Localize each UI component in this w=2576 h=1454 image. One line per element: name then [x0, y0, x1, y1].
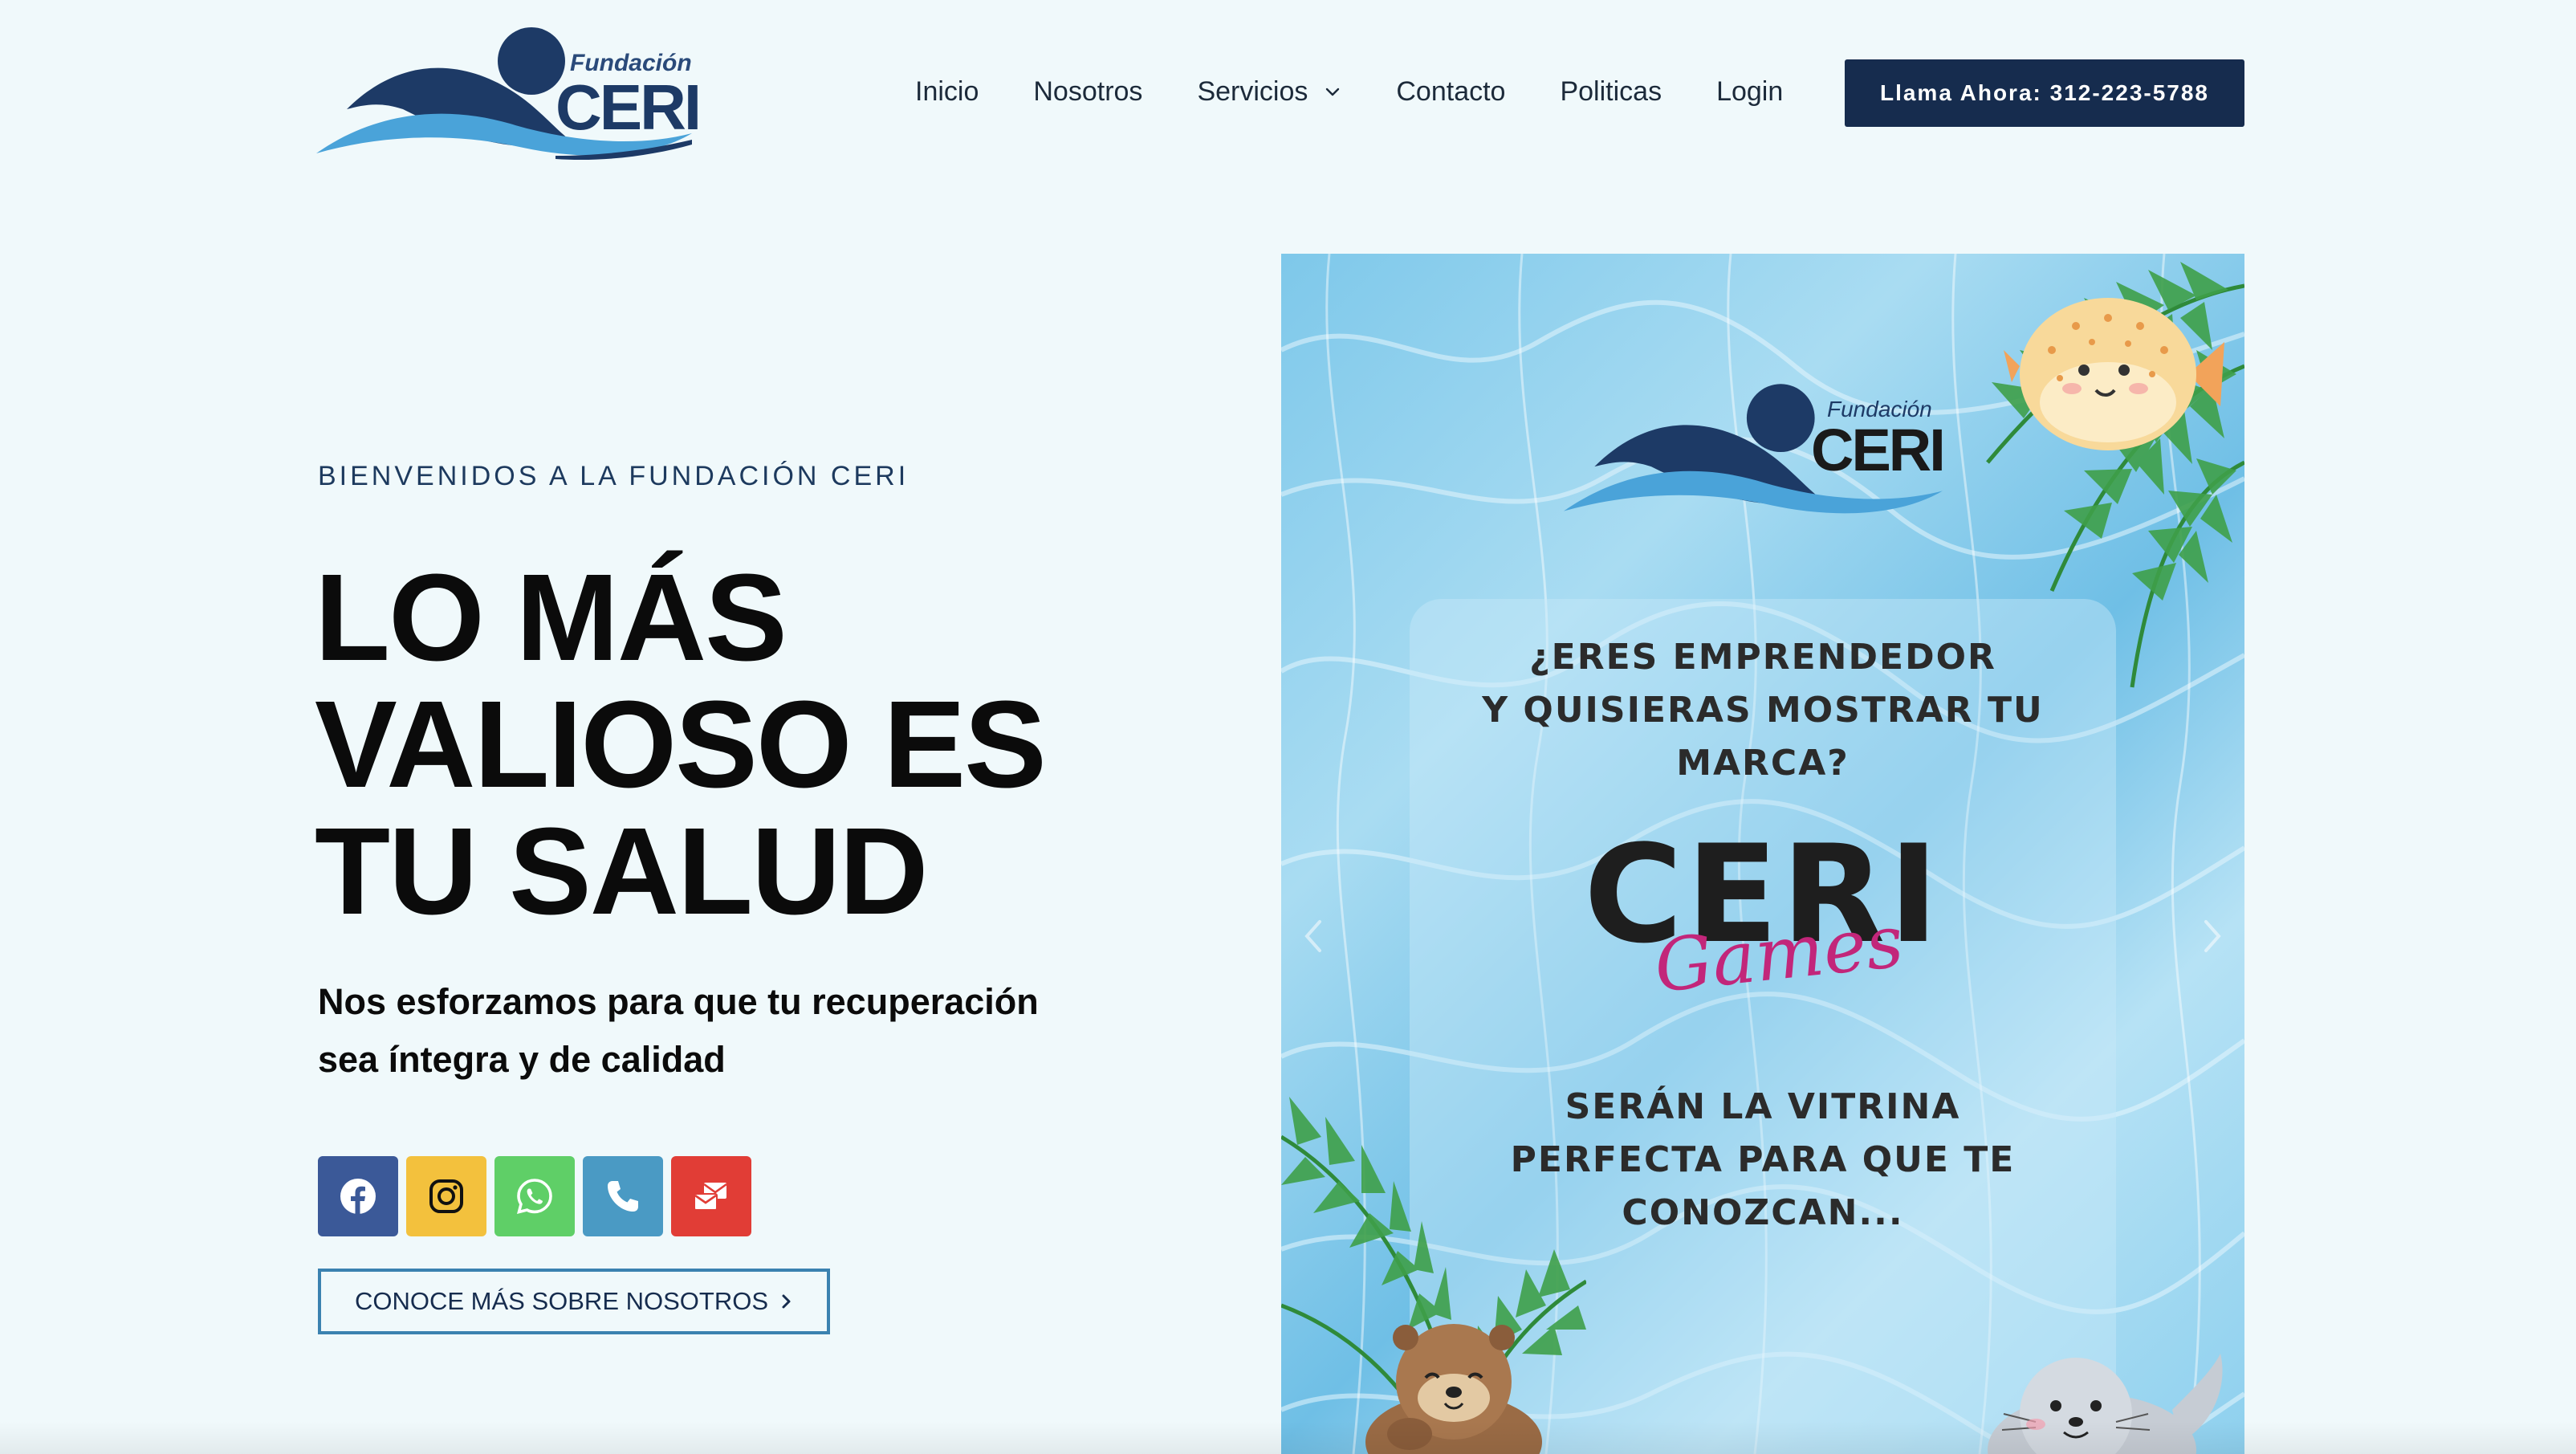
nav-item-inicio[interactable]: Inicio: [915, 76, 979, 108]
nav-item-label: Nosotros: [1033, 75, 1143, 107]
nav-item-label: Inicio: [915, 75, 979, 107]
nav-item-label: Politicas: [1560, 75, 1662, 107]
slider-prev-arrow-icon[interactable]: [1297, 912, 1329, 960]
instagram-icon: [429, 1179, 463, 1213]
site-logo[interactable]: Fundación CERI: [315, 21, 702, 165]
promo-slider[interactable]: Fundación CERI ¿ERES EMPRENDEDOR Y QUISI…: [1281, 254, 2244, 1454]
facebook-button[interactable]: [318, 1156, 398, 1236]
seal-decoration: [1988, 1354, 2223, 1454]
nav-item-label: Login: [1716, 75, 1784, 107]
slider-logo-big-text: CERI: [1811, 417, 1946, 483]
nav-item-login[interactable]: Login: [1716, 76, 1783, 108]
learn-more-button[interactable]: CONOCE MÁS SOBRE NOSOTROS: [318, 1269, 830, 1334]
phone-button[interactable]: [583, 1156, 663, 1236]
slider-logo: Fundación CERI: [1562, 374, 1947, 527]
email-button[interactable]: [671, 1156, 751, 1236]
chevron-right-icon: [782, 1294, 791, 1309]
otter-decoration: [1365, 1324, 1542, 1454]
phone-icon: [608, 1181, 638, 1212]
facebook-icon: [340, 1179, 376, 1214]
pufferfish-decoration: [2004, 298, 2224, 450]
whatsapp-button[interactable]: [494, 1156, 575, 1236]
hero-title: LO MÁS VALIOSO ES TU SALUD: [315, 548, 1047, 940]
whatsapp-icon: [517, 1179, 552, 1214]
nav-item-nosotros[interactable]: Nosotros: [1033, 76, 1142, 108]
logo-big-text: CERI: [555, 71, 702, 143]
call-now-button[interactable]: Llama Ahora: 312-223-5788: [1845, 59, 2244, 127]
email-icon: [694, 1183, 727, 1211]
nav-item-politicas[interactable]: Politicas: [1560, 76, 1662, 108]
slider-next-arrow-icon[interactable]: [2196, 912, 2228, 960]
nav-item-label: Contacto: [1396, 75, 1506, 107]
site-header: Fundación CERI Inicio Nosotros Servicios…: [0, 0, 2576, 193]
learn-more-label: CONOCE MÁS SOBRE NOSOTROS: [355, 1287, 769, 1315]
nav-item-label: Servicios: [1197, 75, 1308, 107]
hero-subtitle: Nos esforzamos para que tu recuperación …: [318, 981, 1039, 1080]
chevron-down-icon: [1326, 88, 1340, 96]
social-links: [318, 1156, 759, 1236]
nav-item-servicios[interactable]: Servicios: [1197, 76, 1341, 108]
instagram-button[interactable]: [406, 1156, 486, 1236]
main-nav: Inicio Nosotros Servicios Contacto Polit…: [915, 67, 1783, 116]
promo-question: ¿ERES EMPRENDEDOR Y QUISIERAS MOSTRAR TU…: [1482, 637, 2044, 784]
nav-item-contacto[interactable]: Contacto: [1396, 76, 1505, 108]
hero-eyebrow: BIENVENIDOS A LA FUNDACIÓN CERI: [318, 461, 910, 491]
